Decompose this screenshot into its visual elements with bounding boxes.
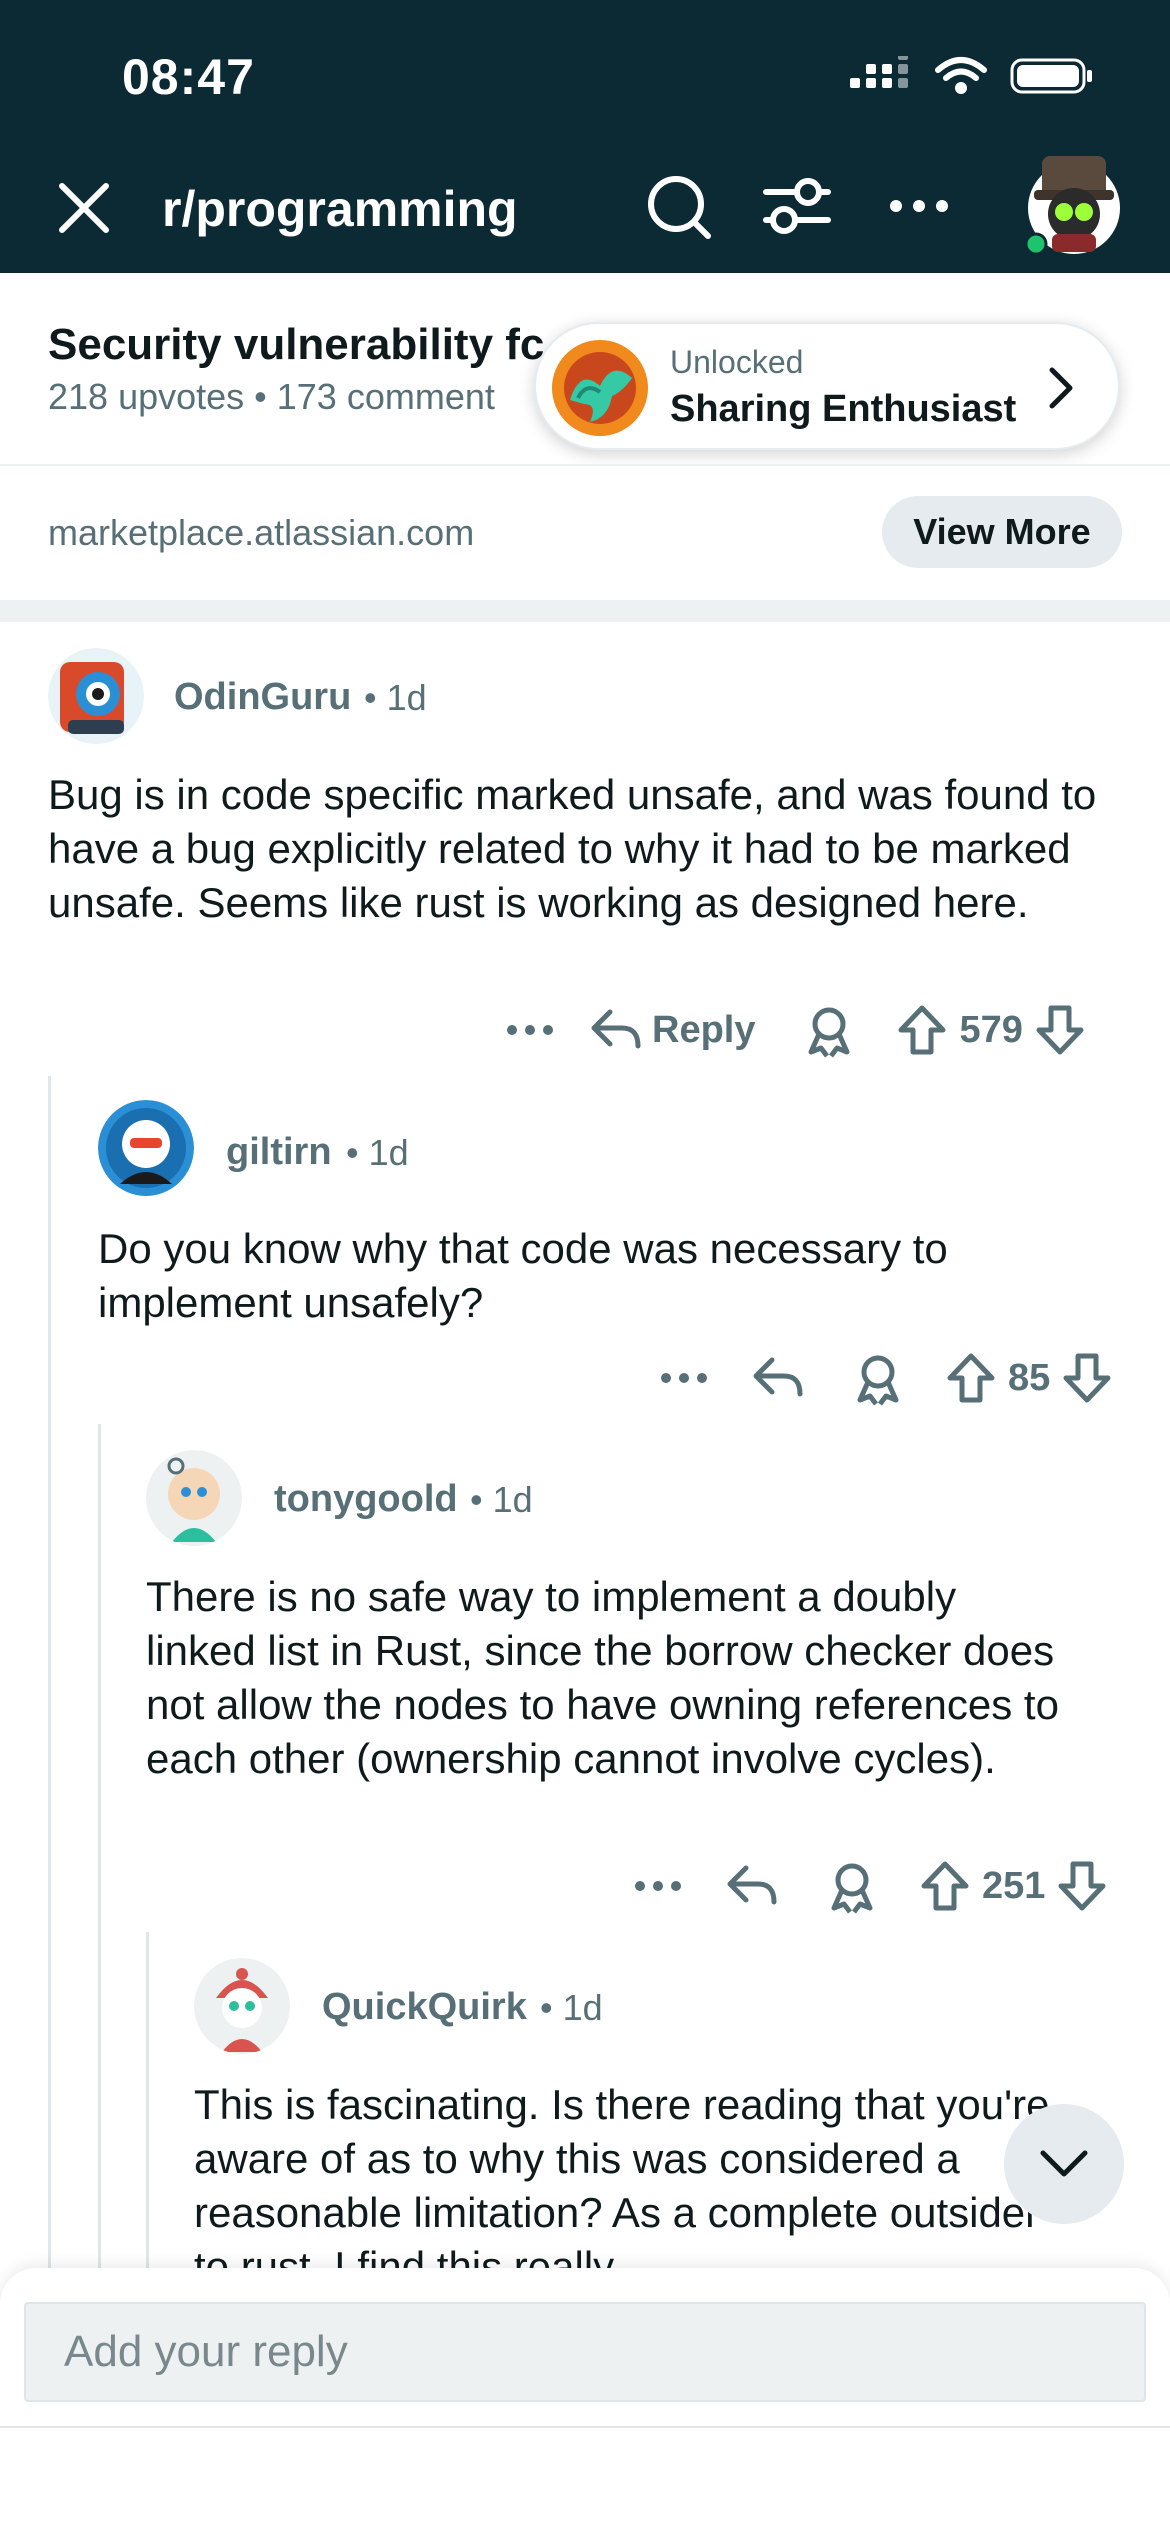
reply-label: Reply <box>652 1008 756 1051</box>
battery-icon <box>1010 58 1092 94</box>
reply-button[interactable] <box>752 1354 804 1402</box>
achievement-title: Sharing Enthusiast <box>670 388 1017 430</box>
post-title[interactable]: Security vulnerability fc <box>48 320 548 370</box>
reply-button[interactable]: Reply <box>590 1006 755 1054</box>
comment-author[interactable]: QuickQuirk <box>322 1986 527 2029</box>
award-icon[interactable] <box>801 1002 857 1058</box>
comment-body: This is fascinating. Is there reading th… <box>194 2081 1050 2268</box>
achievement-toast[interactable]: Unlocked Sharing Enthusiast <box>534 322 1120 450</box>
chevron-down-icon <box>1040 2150 1088 2177</box>
next-comment-button[interactable] <box>1004 2104 1124 2224</box>
subreddit-title[interactable]: r/programming <box>162 180 518 238</box>
reply-input[interactable]: Add your reply <box>24 2302 1146 2402</box>
close-icon[interactable] <box>52 176 116 240</box>
comment-time: • 1d <box>346 1132 409 1173</box>
more-options-icon[interactable] <box>654 1358 714 1398</box>
thread-line[interactable] <box>48 1076 51 2276</box>
comment-body: Bug is in code specific marked unsafe, a… <box>48 771 1097 926</box>
downvote-icon[interactable] <box>1057 1860 1107 1912</box>
downvote-icon[interactable] <box>1035 1004 1085 1056</box>
reply-icon <box>727 1865 777 1905</box>
upvote-icon[interactable] <box>897 1004 947 1056</box>
bottom-safe-area <box>0 2428 1170 2532</box>
header-bar: 08:47 r/programming <box>0 0 1170 273</box>
vote-controls: 579 <box>897 1004 1084 1056</box>
reply-icon <box>591 1009 641 1049</box>
comment-avatar[interactable] <box>146 1450 242 1546</box>
achievement-label: Unlocked <box>670 344 804 380</box>
comment-author[interactable]: OdinGuru <box>174 676 351 719</box>
reply-button[interactable] <box>726 1862 778 1910</box>
wifi-icon <box>935 57 987 94</box>
comment-actions: 85 <box>654 1348 1112 1408</box>
comment-body: Do you know why that code was necessary … <box>98 1225 948 1326</box>
divider <box>0 464 1170 466</box>
link-domain[interactable]: marketplace.atlassian.com <box>48 512 474 554</box>
vote-score: 251 <box>982 1864 1046 1907</box>
comment-author[interactable]: tonygoold <box>274 1478 458 1521</box>
comment-actions: Reply 579 <box>500 1000 1085 1060</box>
award-icon[interactable] <box>850 1350 906 1406</box>
status-icons <box>850 56 1094 96</box>
vote-score: 579 <box>959 1008 1023 1051</box>
reply-bar: Add your reply <box>0 2268 1170 2428</box>
achievement-badge-icon <box>552 340 648 436</box>
more-options-icon[interactable] <box>884 186 954 226</box>
comment-actions: 251 <box>628 1856 1107 1916</box>
comment-author[interactable]: giltirn <box>226 1131 332 1174</box>
comment-avatar[interactable] <box>98 1100 194 1196</box>
award-icon[interactable] <box>824 1858 880 1914</box>
status-time: 08:47 <box>122 49 255 105</box>
more-options-icon[interactable] <box>628 1866 688 1906</box>
comment-time: • 1d <box>470 1479 533 1520</box>
downvote-icon[interactable] <box>1062 1352 1112 1404</box>
comment-avatar[interactable] <box>48 648 144 744</box>
comment-time: • 1d <box>364 677 427 718</box>
comment-body: There is no safe way to implement a doub… <box>146 1573 1059 1782</box>
more-options-icon[interactable] <box>500 1010 560 1050</box>
filter-icon[interactable] <box>762 172 832 242</box>
upvote-icon[interactable] <box>946 1352 996 1404</box>
comment-time: • 1d <box>540 1987 603 2028</box>
reply-icon <box>753 1357 803 1397</box>
vote-controls: 85 <box>946 1352 1112 1404</box>
view-more-button[interactable]: View More <box>882 496 1122 568</box>
upvote-icon[interactable] <box>920 1860 970 1912</box>
vote-controls: 251 <box>920 1860 1107 1912</box>
user-avatar[interactable] <box>1024 148 1124 256</box>
post-meta: 218 upvotes • 173 comment <box>48 376 495 417</box>
search-icon[interactable] <box>644 172 714 242</box>
chevron-right-icon <box>1049 367 1073 409</box>
section-divider <box>0 600 1170 622</box>
thread-line[interactable] <box>146 1932 149 2276</box>
signal-icon <box>850 56 908 88</box>
comment-avatar[interactable] <box>194 1958 290 2054</box>
thread-line[interactable] <box>98 1424 101 2276</box>
vote-score: 85 <box>1008 1356 1051 1399</box>
